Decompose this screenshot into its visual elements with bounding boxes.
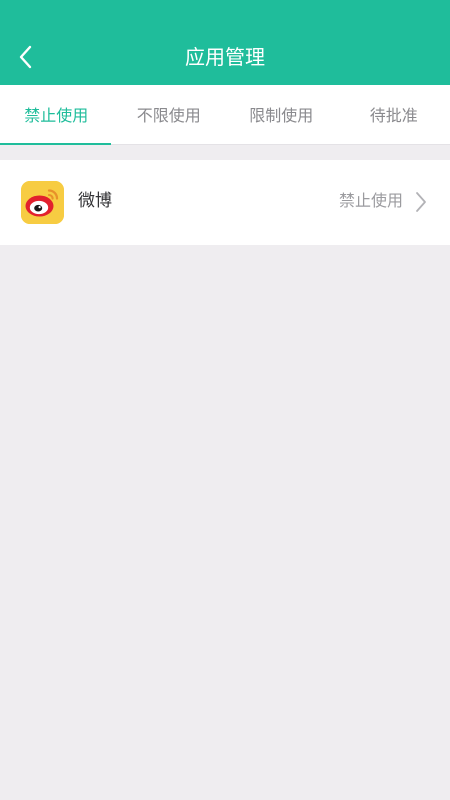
tab-label: 不限使用 [136, 106, 201, 125]
tab-limited[interactable]: 限制使用 [225, 85, 338, 144]
tab-label: 限制使用 [249, 106, 314, 125]
tab-pending-approval[interactable]: 待批准 [338, 85, 450, 144]
tab-forbidden[interactable]: 禁止使用 [0, 85, 113, 145]
app-status-label: 禁止使用 [338, 191, 403, 210]
app-name: 微博 [78, 191, 112, 211]
chevron-right-icon [414, 191, 428, 213]
page-title: 应用管理 [185, 45, 265, 69]
tab-label: 待批准 [369, 106, 418, 125]
top-bar: 应用管理 [0, 0, 450, 85]
tab-unlimited[interactable]: 不限使用 [113, 85, 226, 144]
tab-bar: 禁止使用 不限使用 限制使用 待批准 [0, 85, 450, 145]
tab-active-indicator [0, 143, 111, 145]
app-list-item[interactable]: 微博 禁止使用 [0, 160, 450, 245]
weibo-icon [21, 181, 64, 224]
tab-label: 禁止使用 [24, 106, 89, 125]
